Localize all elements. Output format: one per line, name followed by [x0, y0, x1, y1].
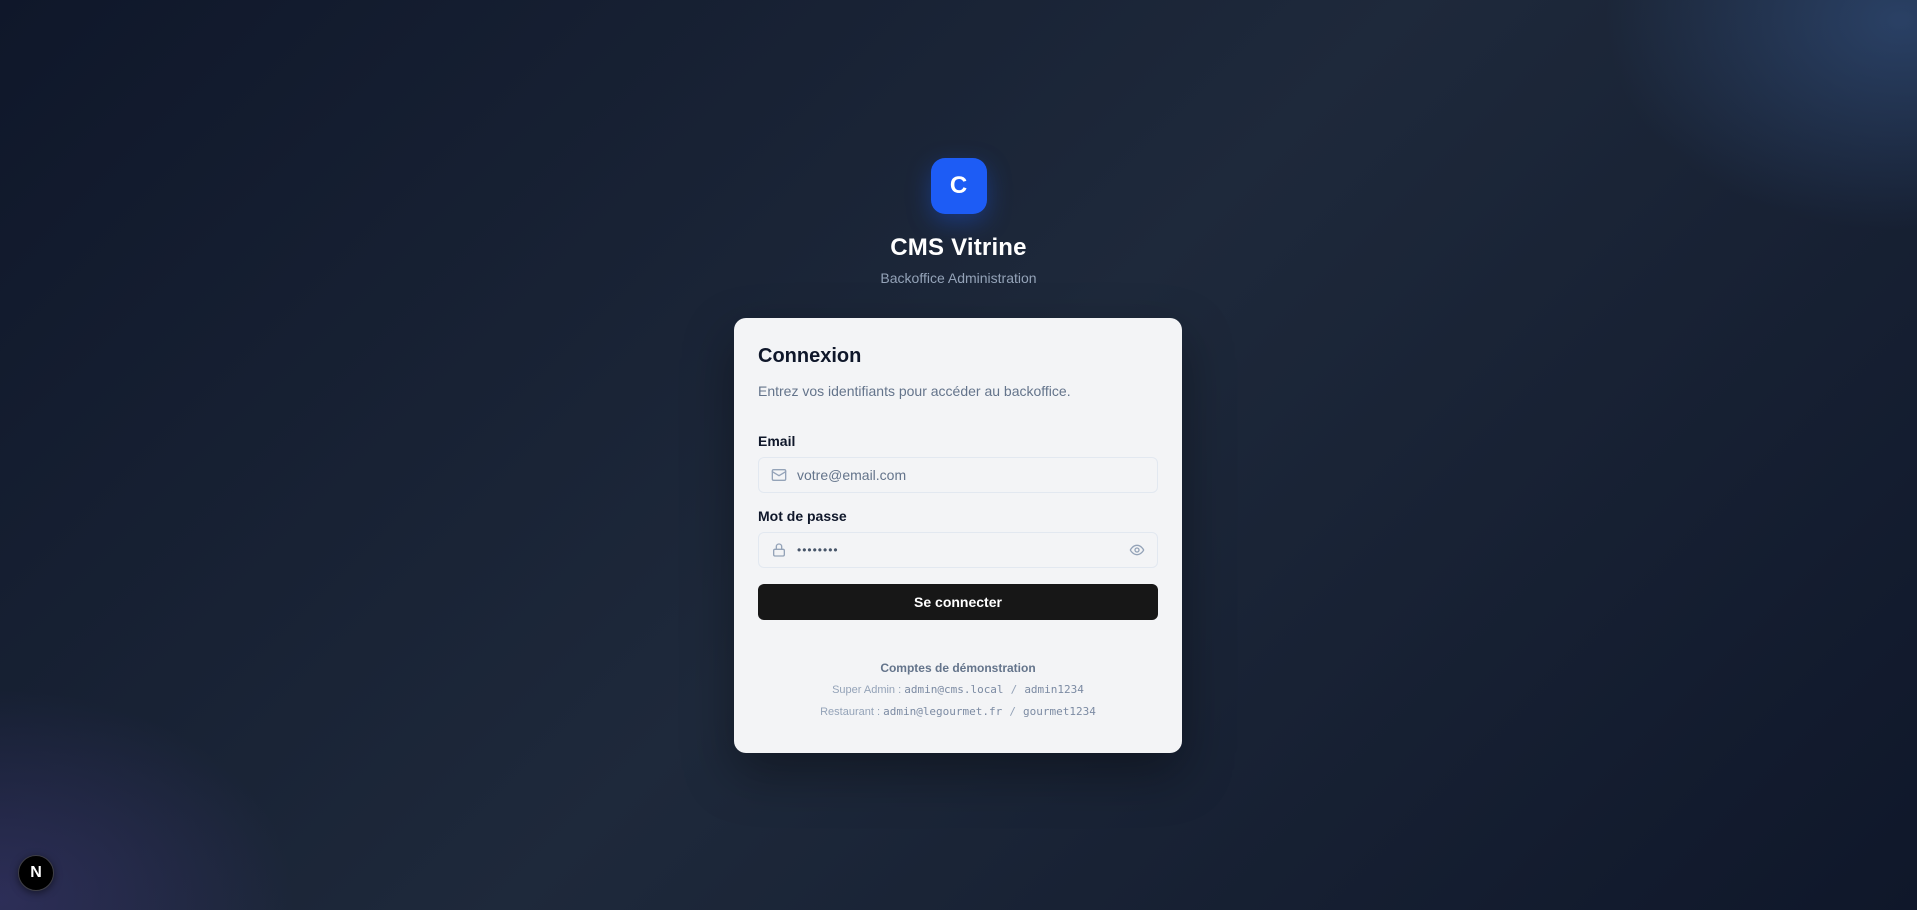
login-description: Entrez vos identifiants pour accéder au …	[758, 383, 1071, 399]
email-field-wrapper	[758, 457, 1158, 493]
password-field-wrapper: ••••••••	[758, 532, 1158, 568]
demo-account-email: admin@cms.local	[904, 683, 1004, 696]
demo-account-row: Restaurant : admin@legourmet.fr / gourme…	[758, 704, 1158, 720]
password-label: Mot de passe	[758, 508, 847, 524]
login-page: C CMS Vitrine Backoffice Administration …	[0, 0, 1917, 910]
app-subtitle: Backoffice Administration	[880, 270, 1037, 286]
login-card: Connexion Entrez vos identifiants pour a…	[734, 318, 1182, 753]
email-input[interactable]	[787, 458, 1157, 492]
app-logo-letter: C	[949, 172, 968, 199]
demo-account-row: Super Admin : admin@cms.local / admin123…	[758, 682, 1158, 698]
demo-accounts-title: Comptes de démonstration	[880, 661, 1036, 675]
demo-accounts: Comptes de démonstration Super Admin : a…	[758, 660, 1158, 720]
brand-header: C CMS Vitrine Backoffice Administration	[0, 158, 1917, 286]
nextjs-badge-letter: N	[30, 864, 42, 881]
demo-account-role: Restaurant :	[820, 706, 881, 718]
demo-account-separator: /	[1009, 705, 1016, 718]
app-logo: C	[930, 158, 987, 214]
login-button[interactable]: Se connecter	[758, 584, 1158, 620]
demo-account-password: gourmet1234	[1023, 705, 1096, 718]
demo-account-email: admin@legourmet.fr	[883, 705, 1003, 718]
lock-icon	[771, 542, 787, 558]
demo-account-password: admin1234	[1024, 683, 1084, 696]
login-title: Connexion	[758, 345, 862, 367]
mail-icon	[771, 467, 787, 483]
eye-icon[interactable]	[1129, 542, 1145, 558]
password-input[interactable]: ••••••••	[787, 533, 1129, 567]
nextjs-icon[interactable]: N	[18, 855, 54, 891]
email-label: Email	[758, 433, 796, 449]
app-title: CMS Vitrine	[890, 234, 1027, 261]
demo-account-separator: /	[1010, 683, 1018, 696]
demo-account-role: Super Admin :	[832, 684, 902, 696]
